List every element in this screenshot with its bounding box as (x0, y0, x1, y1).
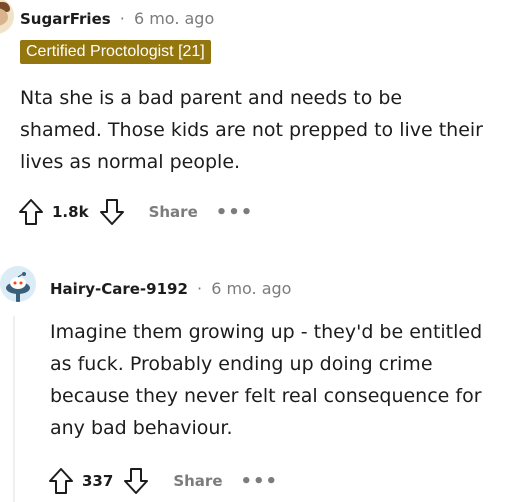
comment-actions: 337 Share ••• (46, 467, 278, 495)
comment-line: shamed. Those kids are not prepped to li… (20, 119, 483, 141)
arrow-up-outline-icon (19, 199, 43, 225)
arrow-down-outline-icon (99, 199, 124, 225)
username[interactable]: SugarFries (20, 10, 111, 28)
user-avatar[interactable] (0, 0, 14, 34)
more-options-button[interactable]: ••• (216, 202, 254, 223)
comment-body: Imagine them growing up - they'd be enti… (50, 316, 525, 444)
comment-line: Imagine them growing up - they'd be enti… (50, 321, 483, 343)
comment-actions: 1.8k Share ••• (16, 198, 253, 226)
comment-line: Nta she is a bad parent and needs to be (20, 87, 403, 109)
share-button[interactable]: Share (149, 203, 198, 221)
timestamp[interactable]: 6 mo. ago (134, 9, 214, 28)
thread-line[interactable] (13, 316, 15, 502)
comment-body: Nta she is a bad parent and needs to be … (20, 82, 525, 178)
downvote-button[interactable] (97, 197, 127, 227)
upvote-button[interactable] (16, 197, 46, 227)
separator-dot: · (197, 279, 203, 298)
comment-line: because they never felt real consequence… (50, 385, 482, 407)
arrow-down-outline-icon (124, 468, 149, 494)
comment-line: lives as normal people. (20, 151, 241, 173)
arrow-up-outline-icon (49, 468, 73, 494)
username[interactable]: Hairy-Care-9192 (50, 280, 188, 298)
comment-meta: SugarFries · 6 mo. ago (20, 9, 214, 29)
comment-line: any bad behaviour. (50, 417, 233, 439)
separator-dot: · (119, 9, 125, 28)
user-avatar[interactable] (0, 266, 36, 302)
vote-count: 1.8k (52, 203, 89, 221)
comment-meta: Hairy-Care-9192 · 6 mo. ago (50, 279, 291, 299)
user-flair: Certified Proctologist [21] (20, 40, 211, 64)
upvote-button[interactable] (46, 466, 76, 496)
timestamp[interactable]: 6 mo. ago (211, 279, 291, 298)
share-button[interactable]: Share (173, 472, 222, 490)
downvote-button[interactable] (121, 466, 151, 496)
more-options-button[interactable]: ••• (241, 471, 279, 492)
snoo-avatar-icon (0, 266, 36, 302)
vote-count: 337 (82, 472, 114, 490)
comment-line: as fuck. Probably ending up doing crime (50, 353, 433, 375)
